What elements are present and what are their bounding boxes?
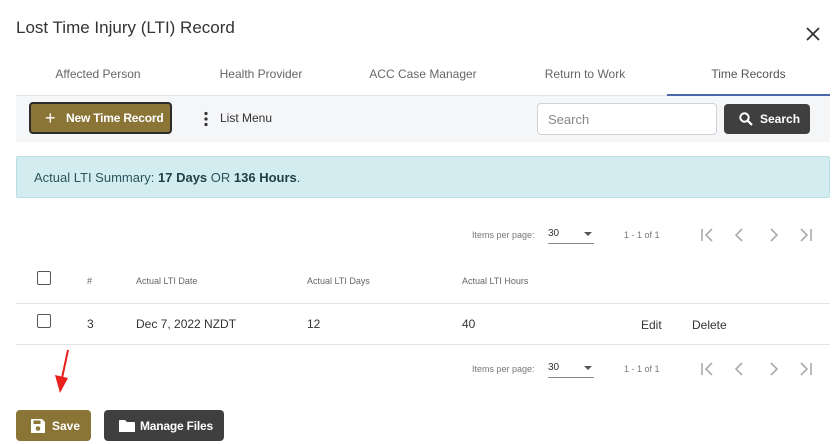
row-delete-link[interactable]: Delete [692, 318, 727, 332]
summary-prefix: Actual LTI Summary: [34, 170, 159, 185]
manage-files-button[interactable]: Manage Files [104, 410, 224, 441]
table-row: 3 Dec 7, 2022 NZDT 12 40 Edit Delete [16, 304, 830, 345]
save-button[interactable]: Save [16, 410, 91, 441]
list-menu-label: List Menu [220, 111, 273, 125]
row-hours: 40 [462, 317, 476, 331]
caret-down-icon [584, 232, 592, 236]
row-number: 3 [87, 317, 94, 331]
page-size-select[interactable]: 30 [548, 358, 594, 378]
caret-down-icon [584, 366, 592, 370]
paginator-bottom: Items per page: 30 1 - 1 of 1 [16, 355, 830, 383]
dialog-title: Lost Time Injury (LTI) Record [16, 18, 235, 37]
summary-days: 17 Days [158, 170, 208, 185]
search-button[interactable]: Search [724, 104, 810, 134]
page-range: 1 - 1 of 1 [624, 230, 660, 240]
close-icon[interactable] [804, 25, 822, 43]
save-button-label: Save [52, 419, 81, 433]
tab-health-provider[interactable]: Health Provider [180, 58, 342, 96]
search-icon [739, 112, 753, 126]
column-header-date: Actual LTI Date [136, 276, 198, 286]
items-per-page-label: Items per page: [472, 230, 535, 240]
new-time-record-label: New Time Record [66, 111, 164, 125]
list-toolbar: + New Time Record List Menu Search [16, 96, 830, 142]
column-header-hours: Actual LTI Hours [462, 276, 529, 286]
tab-time-records[interactable]: Time Records [667, 58, 830, 96]
prev-page-icon[interactable] [728, 357, 752, 381]
summary-joiner: OR [207, 170, 234, 185]
row-checkbox[interactable] [37, 314, 51, 328]
manage-files-label: Manage Files [140, 419, 213, 433]
page-size-select[interactable]: 30 [548, 224, 594, 244]
more-vertical-icon [204, 111, 208, 127]
next-page-icon[interactable] [761, 357, 785, 381]
folder-icon [119, 420, 135, 432]
summary-suffix: . [296, 170, 301, 185]
first-page-icon[interactable] [695, 223, 719, 247]
search-button-label: Search [760, 112, 801, 126]
page-size-value: 30 [548, 362, 560, 373]
column-header-days: Actual LTI Days [307, 276, 370, 286]
row-date: Dec 7, 2022 NZDT [136, 317, 237, 331]
page-range: 1 - 1 of 1 [624, 364, 660, 374]
search-input[interactable] [537, 103, 717, 135]
lti-summary-banner: Actual LTI Summary: 17 Days OR 136 Hours… [16, 156, 830, 198]
page-size-value: 30 [548, 228, 560, 239]
tab-return-to-work[interactable]: Return to Work [504, 58, 666, 96]
save-icon [31, 419, 45, 433]
paginator-top: Items per page: 30 1 - 1 of 1 [16, 221, 830, 249]
tab-bar: Affected Person Health Provider ACC Case… [16, 58, 830, 96]
summary-hours: 136 Hours [233, 170, 297, 185]
prev-page-icon[interactable] [728, 223, 752, 247]
tab-affected-person[interactable]: Affected Person [16, 58, 180, 96]
tab-acc-case-manager[interactable]: ACC Case Manager [342, 58, 504, 96]
red-arrow-annotation [55, 349, 69, 393]
plus-icon: + [45, 108, 56, 128]
column-header-number: # [87, 276, 93, 286]
row-days: 12 [307, 317, 321, 331]
next-page-icon[interactable] [761, 223, 785, 247]
last-page-icon[interactable] [794, 357, 818, 381]
table-header: # Actual LTI Date Actual LTI Days Actual… [16, 262, 830, 304]
items-per-page-label: Items per page: [472, 364, 535, 374]
select-all-checkbox[interactable] [37, 271, 51, 285]
first-page-icon[interactable] [695, 357, 719, 381]
new-time-record-button[interactable]: + New Time Record [29, 102, 172, 134]
row-edit-link[interactable]: Edit [641, 318, 662, 332]
last-page-icon[interactable] [794, 223, 818, 247]
